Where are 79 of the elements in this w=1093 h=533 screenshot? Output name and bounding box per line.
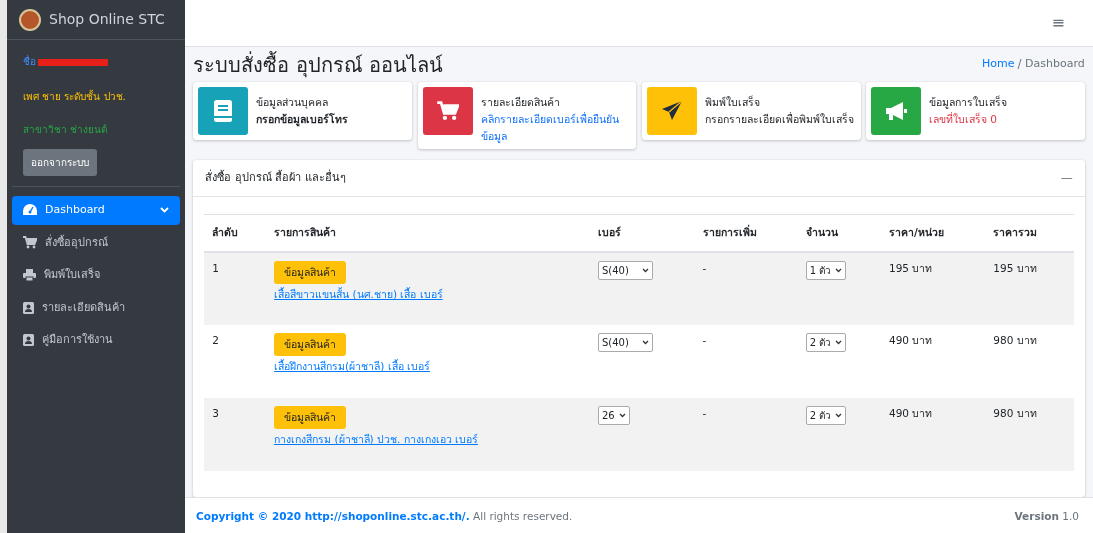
table-cell: 1 (204, 251, 267, 325)
card-title: สั่งซื้อ อุปกรณ์ สื้อผ้า และอื่นๆ (205, 170, 346, 187)
info-box-title: รายละเอียดสินค้า (480, 95, 561, 110)
brand-title[interactable]: Shop Online STC (49, 9, 165, 30)
size-select[interactable]: S(40) (598, 260, 653, 280)
caret-icon (835, 339, 843, 345)
caret-icon (835, 412, 843, 418)
info-box[interactable]: ข้อมูลการใบเสร็จ เลขที่ใบเสร็จ 0 (866, 82, 1085, 140)
nav-item[interactable]: พิมพ์ใบเสร็จ (12, 261, 180, 290)
table-cell: 195 บาท (985, 251, 1074, 325)
info-box[interactable]: พิมพ์ใบเสร็จ กรอกรายละเอียดเพื่อพิมพ์ใบเสร็จ (641, 82, 861, 140)
paper-plane-icon (660, 100, 683, 122)
table-cell: 490 บาท (880, 397, 986, 471)
nav-item[interactable]: รายละเอียดสินค้า (12, 293, 180, 322)
collapse-button[interactable]: — (1060, 169, 1073, 188)
product-info-button[interactable]: ข้อมูลสินค้า (274, 332, 347, 357)
caret-icon (642, 267, 649, 273)
info-box-title: ข้อมูลการใบเสร็จ (929, 95, 1007, 111)
product-info-button[interactable]: ข้อมูลสินค้า (274, 405, 347, 430)
cart-icon (23, 236, 37, 250)
info-box-title: ข้อมูลส่วนบุคคล (256, 95, 330, 111)
quantity-select[interactable]: 1 ตัว (805, 260, 847, 280)
menu-button[interactable]: ≡ (1045, 10, 1071, 36)
book-icon (214, 100, 233, 122)
logo-icon (19, 8, 41, 31)
copyright-text: Copyright © 2020 http://shoponline.stc.ac.th/. All rights reserved. (196, 509, 573, 525)
info-box-text: เลขที่ใบเสร็จ 0 (929, 111, 999, 127)
info-box-title: พิมพ์ใบเสร็จ (704, 95, 761, 110)
info-box[interactable]: ข้อมูลส่วนบุคคล กรอกข้อมูลเบอร์โทร (193, 82, 412, 140)
nav-item[interactable]: สั่งซื้ออุปกรณ์ (12, 228, 180, 257)
product-link[interactable]: กางเกงสีกรม (ผ้าชาลี) ปวช. กางเกงเอว เบอร์ (274, 432, 582, 449)
nav-item[interactable]: Dashboard (12, 196, 180, 225)
info-box-text[interactable]: คลิกรายละเอียดเบอร์เพื่อยืนยันข้อมูล (480, 110, 632, 145)
size-select[interactable]: S(40) (598, 332, 653, 352)
table-cell: 490 บาท (880, 324, 986, 398)
breadcrumb-current: Dashboard (1025, 57, 1085, 71)
table-cell: - (694, 324, 798, 398)
table-cell: - (694, 251, 798, 325)
breadcrumb-link[interactable]: Home (982, 57, 1015, 71)
info-box[interactable]: รายละเอียดสินค้า คลิกรายละเอียดเบอร์เพื่อยืนยันข้อมูล (417, 82, 637, 150)
table-cell: 980 บาท (985, 324, 1074, 398)
column-header: จำนวน (797, 214, 881, 252)
table-cell: 3 (204, 397, 267, 471)
info-box-text: กรอกรายละเอียดเพื่อพิมพ์ใบเสร็จ (704, 111, 854, 127)
user-major: สาขาวิชา ช่างยนต์ (23, 122, 109, 137)
quantity-select[interactable]: 2 ตัว (805, 405, 847, 425)
product-info-button[interactable]: ข้อมูลสินค้า (274, 260, 347, 285)
printer-icon (23, 269, 36, 282)
nav-item[interactable]: คู่มือการใช้งาน (12, 326, 180, 355)
user-name-label: ชื่อ (23, 56, 36, 67)
column-header: รายการเพิ่ม (694, 214, 798, 252)
caret-icon (642, 339, 649, 345)
size-select[interactable]: 26 (598, 405, 630, 425)
info-box-text: กรอกข้อมูลเบอร์โทร (256, 111, 349, 128)
logout-button[interactable]: ออกจากระบบ (23, 148, 97, 176)
table-cell: 2 (204, 324, 267, 398)
page-title: ระบบสั่งซื้อ อุปกรณ์ ออนไลน์ (193, 52, 443, 77)
quantity-select[interactable]: 2 ตัว (805, 332, 847, 352)
user-info: เพศ ชาย ระดับชั้น ปวช. (23, 88, 127, 104)
column-header: ลำดับ (204, 214, 267, 252)
product-link[interactable]: เสื้อฝึกงานสีกรม(ผ้าชาลี) เสื้อ เบอร์ (274, 359, 582, 376)
column-header: ราคารวม (985, 214, 1074, 252)
product-link[interactable]: เสื้อสีขาวแขนสั้น (นศ.ชาย) เสื้อ เบอร์ (274, 287, 582, 304)
column-header: รายการสินค้า (266, 214, 590, 252)
redaction-mark (38, 58, 108, 66)
caret-icon (835, 267, 843, 273)
gauge-icon (23, 204, 37, 217)
version-text: Version 1.0 (1014, 509, 1079, 525)
id-card-icon (23, 334, 34, 347)
megaphone-icon (884, 101, 908, 121)
column-header: เบอร์ (590, 214, 695, 252)
table-cell: - (694, 397, 798, 471)
table-cell: 980 บาท (985, 397, 1074, 471)
caret-icon (618, 412, 626, 418)
id-card-icon (23, 301, 34, 314)
column-header: ราคา/หน่วย (880, 214, 986, 252)
cart-icon (436, 101, 459, 121)
table-cell: 195 บาท (880, 251, 986, 325)
separator-icon (1017, 57, 1023, 71)
